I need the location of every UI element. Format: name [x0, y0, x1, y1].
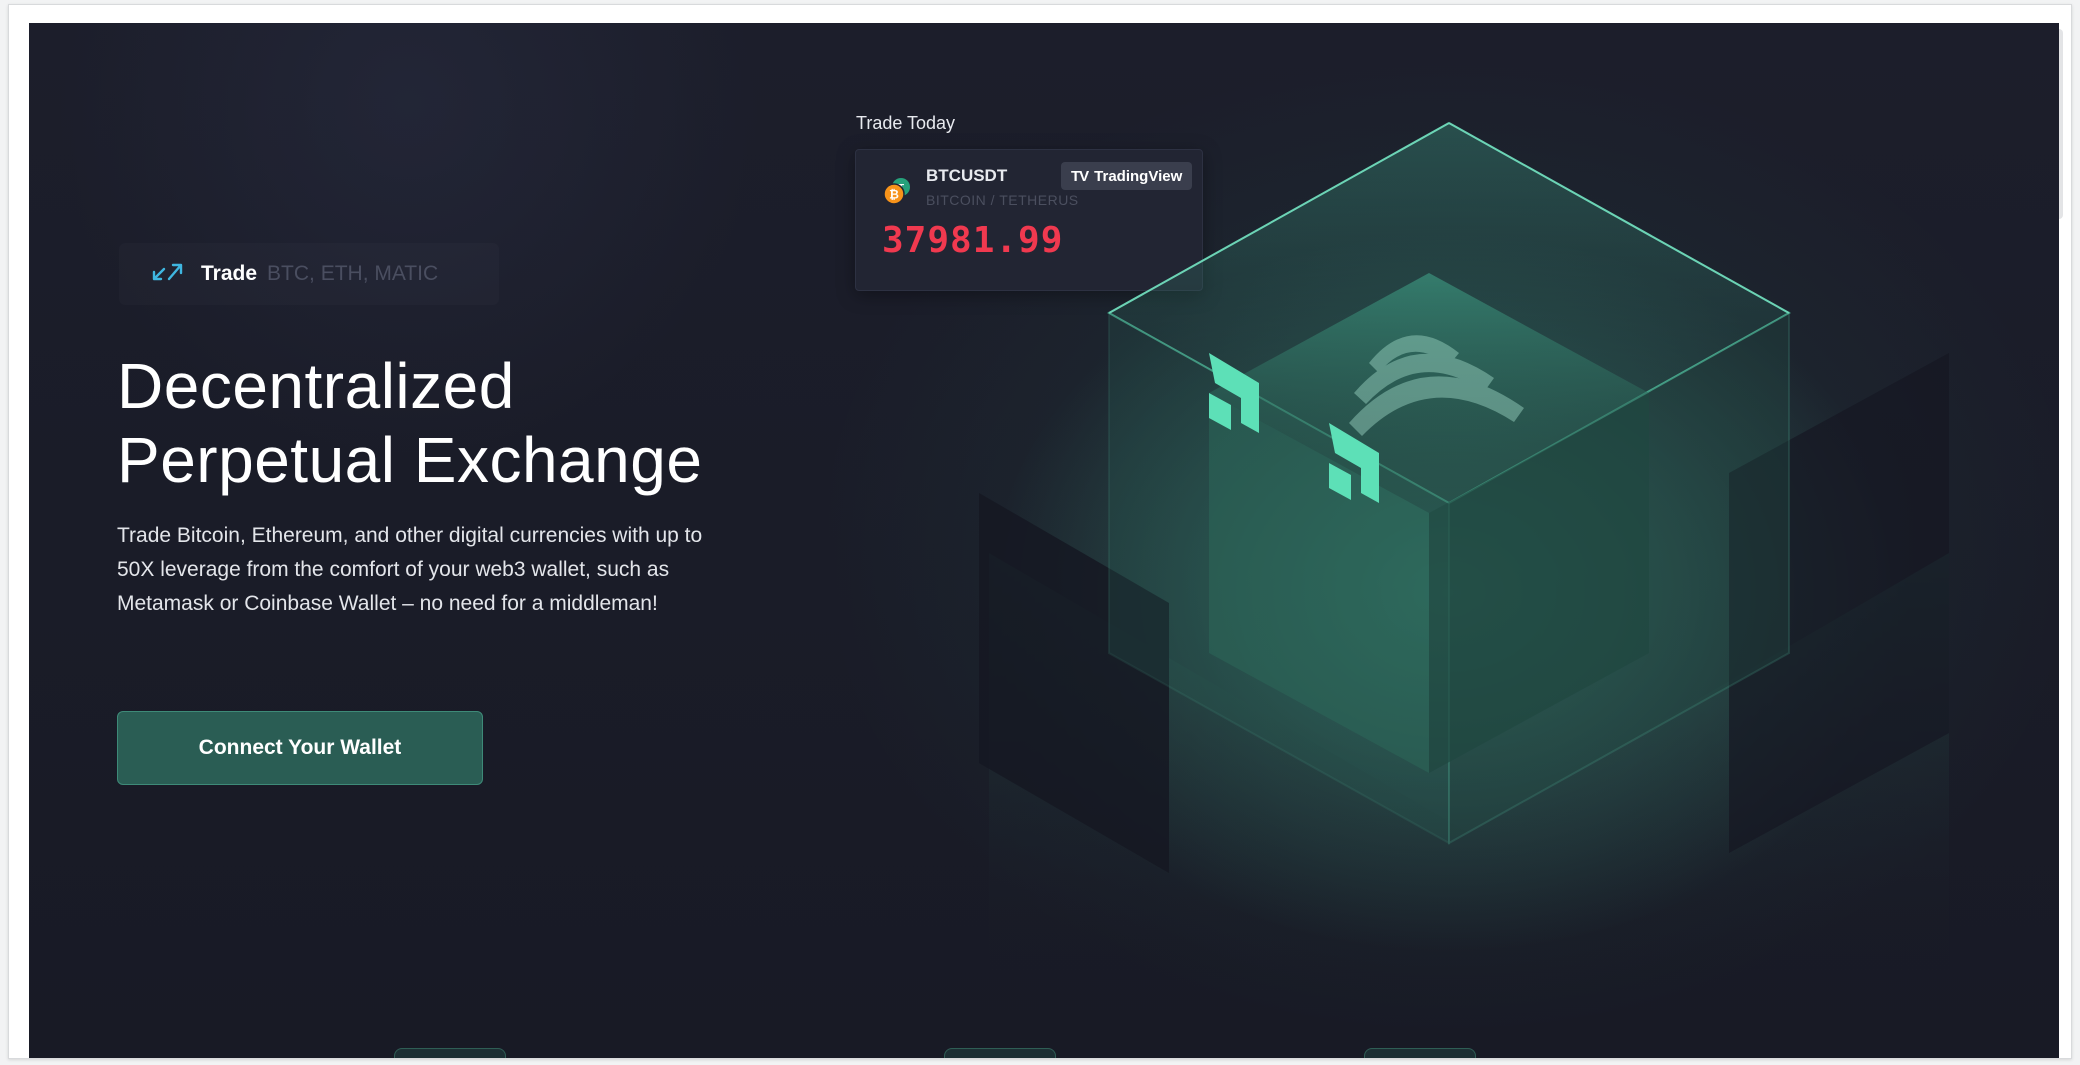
hero-description: Trade Bitcoin, Ethereum, and other digit… — [117, 524, 703, 615]
screenshot-frame: Trade BTC, ETH, MATIC Decentralized Perp… — [8, 4, 2072, 1059]
page-title: Decentralized Perpetual Exchange — [117, 349, 702, 497]
page-title-line-2: Perpetual Exchange — [117, 424, 703, 496]
section-tab-3[interactable] — [1364, 1048, 1476, 1058]
trade-tag-label: Trade — [201, 262, 258, 285]
section-tab-2[interactable] — [944, 1048, 1056, 1058]
connect-wallet-button[interactable]: Connect Your Wallet — [117, 711, 483, 785]
arrows-exchange-icon — [151, 260, 185, 288]
bitcoin-tether-icon: T ₿ — [882, 176, 912, 206]
widget-title: Trade Today — [856, 113, 956, 133]
trade-tag: Trade BTC, ETH, MATIC — [119, 243, 499, 305]
svg-text:₿: ₿ — [889, 188, 899, 202]
page-title-line-1: Decentralized — [117, 350, 515, 422]
section-tab-1[interactable] — [394, 1048, 506, 1058]
cube-illustration — [979, 121, 1949, 973]
hero-section: Trade BTC, ETH, MATIC Decentralized Perp… — [29, 23, 2059, 1058]
trade-tag-assets: BTC, ETH, MATIC — [267, 262, 439, 285]
